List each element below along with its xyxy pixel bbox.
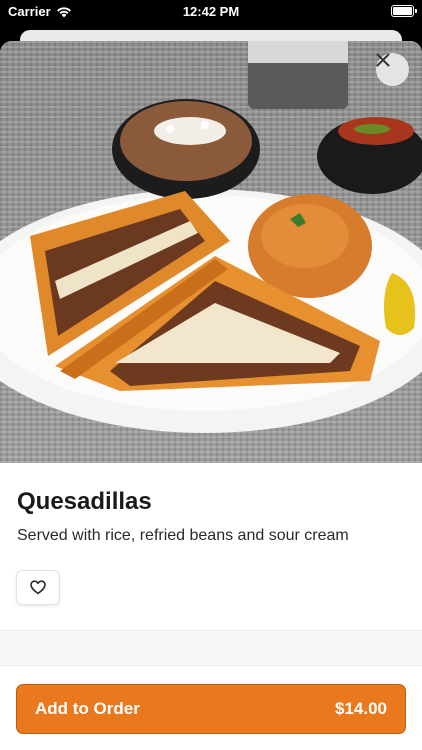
close-button[interactable] (376, 53, 409, 86)
heart-icon (30, 580, 46, 595)
item-title: Quesadillas (17, 488, 152, 515)
item-photo (0, 41, 422, 463)
add-to-order-button[interactable]: Add to Order $14.00 (16, 684, 406, 734)
food-illustration (0, 41, 422, 433)
close-icon (376, 53, 390, 67)
item-detail-sheet: Quesadillas Served with rice, refried be… (0, 41, 422, 750)
item-description: Served with rice, refried beans and sour… (17, 527, 349, 544)
add-to-order-label: Add to Order (35, 699, 140, 718)
order-price: $14.00 (335, 699, 387, 718)
battery-icon (391, 5, 417, 17)
section-divider (0, 630, 422, 666)
status-bar: Carrier 12:42 PM (0, 0, 422, 24)
favorite-button[interactable] (16, 570, 60, 605)
clock: 12:42 PM (182, 4, 240, 19)
